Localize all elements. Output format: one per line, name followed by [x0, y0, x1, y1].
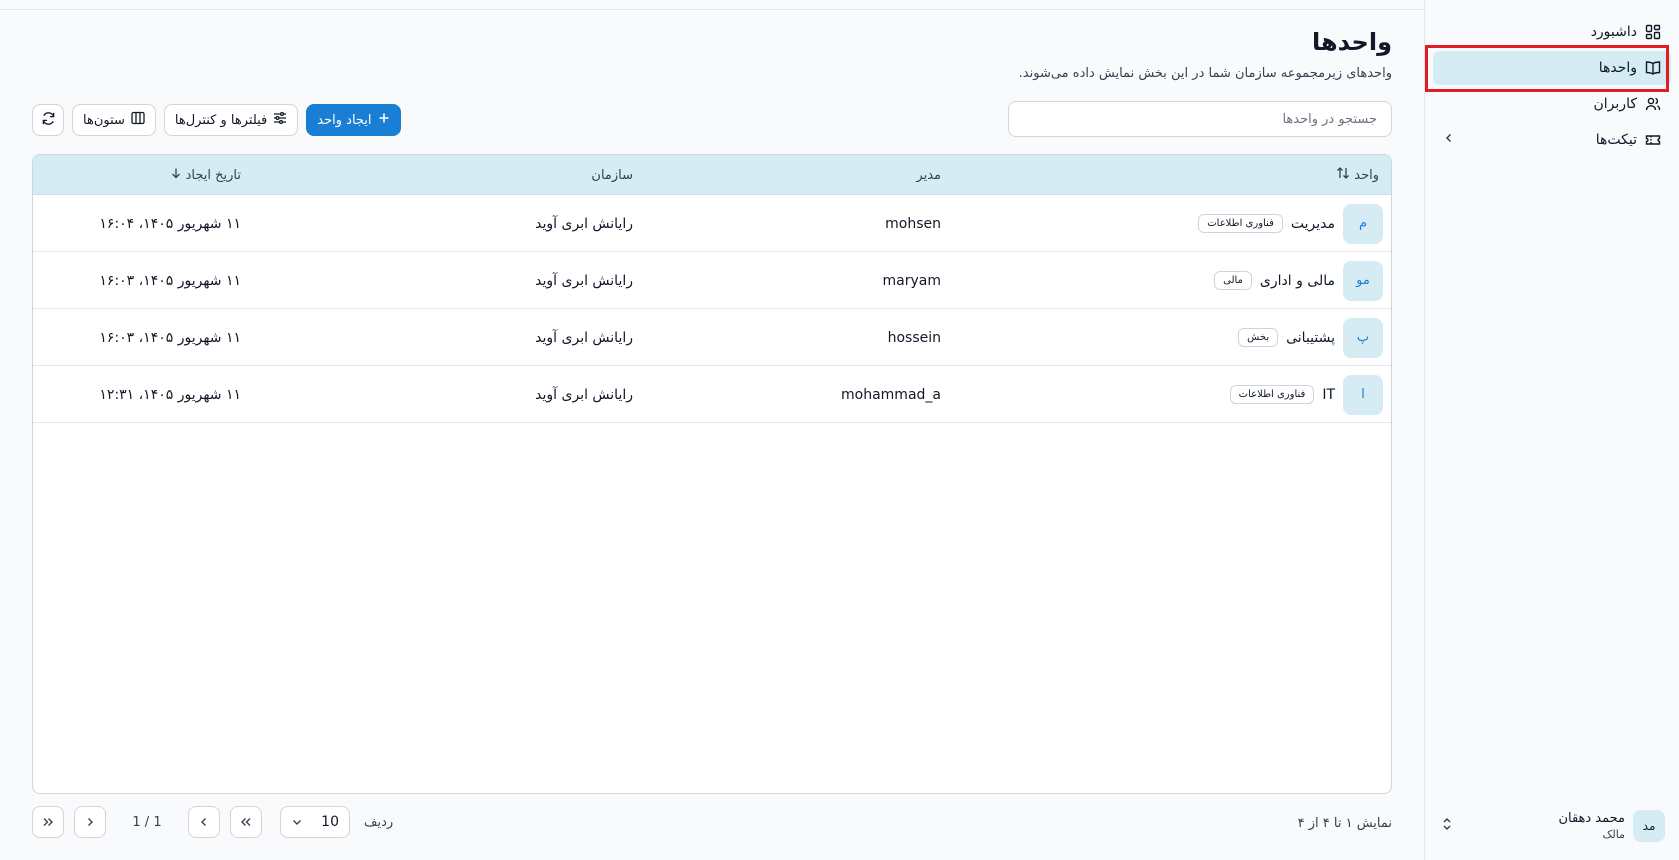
- search-input[interactable]: [1008, 101, 1392, 137]
- unit-name: مدیریت: [1290, 215, 1335, 232]
- book-icon: [1645, 60, 1661, 76]
- filters-label: فیلترها و کنترل‌ها: [174, 112, 268, 128]
- chevrons-left-icon: [241, 818, 251, 826]
- column-header-manager[interactable]: مدیر: [916, 155, 941, 195]
- page-title: واحدها: [1312, 28, 1392, 56]
- column-header-unit[interactable]: واحد: [1336, 155, 1379, 195]
- column-header-label: سازمان: [591, 167, 633, 183]
- filters-button[interactable]: فیلترها و کنترل‌ها: [163, 104, 299, 136]
- table-row[interactable]: پ پشتیبانی بخش hossein رایانش ابری آوید …: [33, 309, 1391, 366]
- users-icon: [1645, 96, 1661, 112]
- chevron-right-icon: [88, 818, 93, 826]
- divider: [0, 9, 1424, 10]
- rows-label: ردیف: [364, 814, 394, 830]
- sliders-icon: [273, 111, 287, 129]
- page-subtitle: واحدهای زیرمجموعه سازمان شما در این بخش …: [1018, 66, 1392, 81]
- unit-name: پشتیبانی: [1286, 329, 1335, 346]
- manager-cell: hossein: [887, 329, 941, 346]
- sidebar: داشبورد واحدها کاربران تیکت‌ها مد محمد د…: [1424, 0, 1679, 860]
- unit-avatar: م: [1343, 203, 1383, 244]
- table-footer: نمایش ۱ تا ۴ از ۴ 1 / 1 10 ردیف: [32, 806, 1392, 840]
- user-name: محمد دهقان: [1558, 811, 1625, 826]
- sidebar-item-label: کاربران: [1593, 96, 1637, 112]
- showing-count: نمایش ۱ تا ۴ از ۴: [1297, 816, 1392, 831]
- columns-button[interactable]: ستون‌ها: [72, 104, 156, 136]
- sidebar-item-label: تیکت‌ها: [1595, 132, 1637, 148]
- unit-avatar: مو: [1343, 260, 1383, 301]
- sidebar-item-units[interactable]: واحدها: [1433, 51, 1671, 85]
- manager-cell: mohsen: [885, 215, 941, 232]
- sidebar-item-tickets[interactable]: تیکت‌ها: [1433, 123, 1671, 157]
- first-page-button[interactable]: [230, 806, 262, 838]
- column-header-label: مدیر: [916, 167, 941, 183]
- unit-tag: فناوری اطلاعات: [1229, 385, 1315, 404]
- chevron-left-icon: [1443, 132, 1455, 148]
- created-cell: ۱۱ شهریور ۱۴۰۵، ۱۶:۰۴: [99, 215, 241, 232]
- chevron-down-icon: [293, 820, 301, 825]
- column-header-label: تاریخ ایجاد: [185, 167, 241, 183]
- chevrons-up-down-icon: [1441, 816, 1453, 836]
- sidebar-item-label: واحدها: [1598, 60, 1637, 76]
- unit-avatar: ا: [1343, 374, 1383, 415]
- sidebar-item-label: داشبورد: [1590, 24, 1637, 40]
- sidebar-item-users[interactable]: کاربران: [1433, 87, 1671, 121]
- user-menu[interactable]: مد محمد دهقان مالک: [1433, 804, 1671, 848]
- sort-icon: [1336, 166, 1350, 184]
- dashboard-icon: [1645, 24, 1661, 40]
- column-header-created[interactable]: تاریخ ایجاد: [170, 155, 241, 195]
- unit-tag: مالی: [1214, 271, 1252, 290]
- manager-cell: mohammad_a: [841, 386, 941, 403]
- user-role: مالک: [1602, 828, 1625, 841]
- units-table: واحد مدیر سازمان تاریخ ایجاد م مدیریت فن…: [32, 154, 1392, 794]
- next-page-button[interactable]: [74, 806, 106, 838]
- organization-cell: رایانش ابری آوید: [535, 215, 633, 232]
- created-cell: ۱۱ شهریور ۱۴۰۵، ۱۶:۰۳: [99, 329, 241, 346]
- chevron-left-icon: [201, 818, 206, 826]
- created-cell: ۱۱ شهریور ۱۴۰۵، ۱۲:۳۱: [99, 386, 241, 403]
- pagination: 1 / 1 10 ردیف: [32, 806, 393, 838]
- last-page-button[interactable]: [32, 806, 64, 838]
- chevrons-right-icon: [43, 818, 53, 826]
- columns-icon: [131, 111, 145, 129]
- page-size-value: 10: [321, 814, 339, 830]
- page-indicator: 1 / 1: [132, 814, 162, 830]
- create-unit-button[interactable]: ایجاد واحد: [306, 104, 401, 136]
- unit-name: مالی و اداری: [1259, 272, 1335, 289]
- created-cell: ۱۱ شهریور ۱۴۰۵، ۱۶:۰۳: [99, 272, 241, 289]
- manager-cell: maryam: [882, 272, 941, 289]
- create-unit-label: ایجاد واحد: [317, 112, 372, 128]
- columns-label: ستون‌ها: [83, 112, 125, 128]
- table-header: واحد مدیر سازمان تاریخ ایجاد: [33, 155, 1391, 195]
- organization-cell: رایانش ابری آوید: [535, 272, 633, 289]
- avatar: مد: [1633, 810, 1665, 842]
- table-row[interactable]: ا IT فناوری اطلاعات mohammad_a رایانش اب…: [33, 366, 1391, 423]
- unit-tag: فناوری اطلاعات: [1198, 214, 1283, 233]
- column-header-label: واحد: [1354, 167, 1379, 183]
- refresh-button[interactable]: [32, 104, 64, 136]
- previous-page-button[interactable]: [188, 806, 220, 838]
- table-row[interactable]: مو مالی و اداری مالی maryam رایانش ابری …: [33, 252, 1391, 309]
- unit-tag: بخش: [1238, 328, 1279, 347]
- page-size-select[interactable]: 10: [280, 806, 350, 838]
- unit-avatar: پ: [1343, 317, 1383, 358]
- plus-icon: [378, 112, 390, 128]
- organization-cell: رایانش ابری آوید: [535, 329, 633, 346]
- toolbar: ایجاد واحد فیلترها و کنترل‌ها ستون‌ها: [32, 104, 401, 136]
- column-header-organization[interactable]: سازمان: [591, 155, 633, 195]
- sidebar-item-dashboard[interactable]: داشبورد: [1433, 15, 1671, 49]
- ticket-icon: [1645, 132, 1661, 148]
- organization-cell: رایانش ابری آوید: [535, 386, 633, 403]
- table-row[interactable]: م مدیریت فناوری اطلاعات mohsen رایانش اب…: [33, 195, 1391, 252]
- unit-name: IT: [1322, 386, 1335, 403]
- refresh-icon: [41, 111, 56, 130]
- main-content: واحدها واحدهای زیرمجموعه سازمان شما در ا…: [0, 0, 1424, 860]
- arrow-down-icon: [170, 167, 182, 183]
